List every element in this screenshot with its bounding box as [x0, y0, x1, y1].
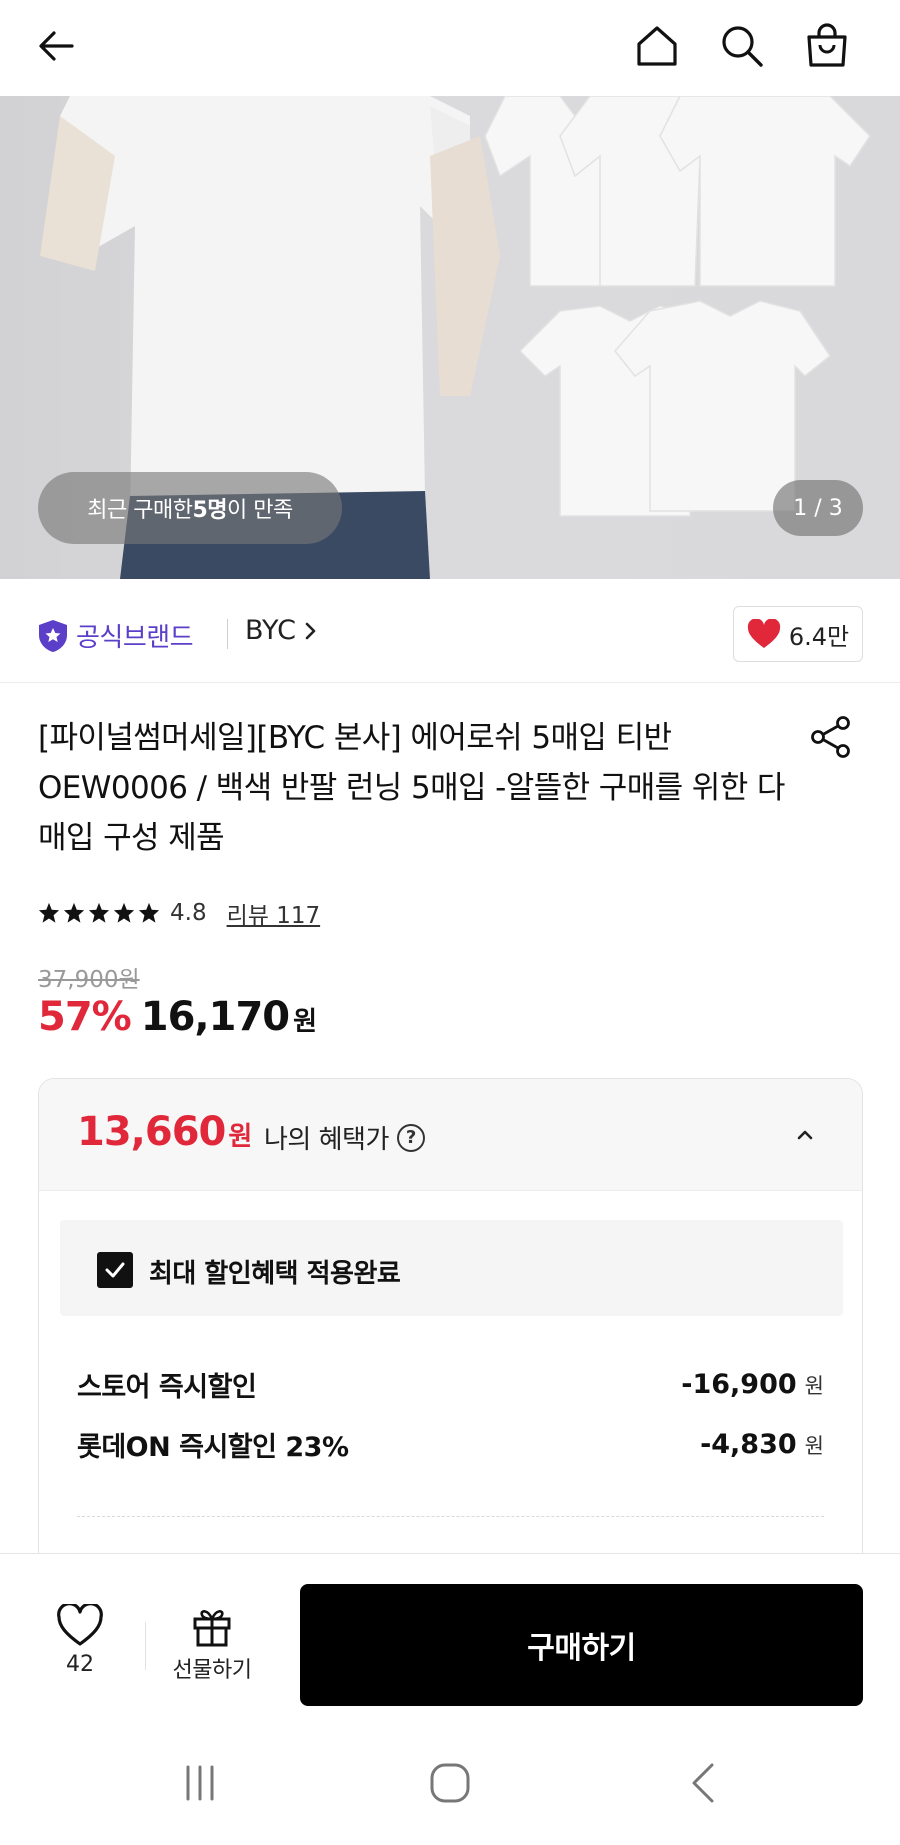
shopping-bag-icon[interactable] [795, 14, 859, 78]
benefit-price: 13,660 원 [77, 1109, 252, 1155]
top-app-bar [0, 0, 900, 96]
discount-amount-unit: 원 [804, 1373, 824, 1398]
discount-amount: -4,830 원 [700, 1429, 824, 1460]
official-brand-label: 공식브랜드 [76, 623, 194, 653]
benefit-price-card: 13,660 원 나의 혜택가 ? 최대 할인혜택 적용완료 스토어 즉시할인 -… [38, 1078, 863, 1558]
star-icon [63, 902, 85, 923]
brand-like-button[interactable]: 6.4만 [733, 606, 863, 662]
benefit-price-value: 13,660 [77, 1109, 226, 1155]
recent-apps-icon[interactable] [160, 1753, 240, 1813]
rating-value: 4.8 [170, 900, 207, 926]
discount-amount-value: -4,830 [700, 1428, 797, 1460]
discount-label: 롯데ON 즉시할인 23% [77, 1431, 349, 1463]
brand-link[interactable]: BYC [245, 615, 322, 646]
back-arrow-icon[interactable] [24, 14, 88, 78]
sale-price-currency: 원 [293, 1007, 318, 1037]
gift-icon [193, 1610, 231, 1647]
divider [77, 1516, 824, 1517]
brand-name: BYC [245, 615, 296, 646]
discount-row-store: 스토어 즉시할인 -16,900 원 [77, 1364, 824, 1404]
share-icon[interactable] [806, 712, 856, 762]
product-image-carousel[interactable]: 최근 구매한 5명 이 만족 1 / 3 [0, 96, 900, 579]
star-icon [38, 902, 60, 923]
home-icon[interactable] [625, 14, 689, 78]
rating-stars [38, 902, 160, 924]
satisfaction-count: 5명 [192, 498, 228, 523]
wishlist-button[interactable]: 42 [38, 1604, 122, 1684]
satisfaction-suffix: 이 만족 [227, 498, 293, 523]
discount-row-lotteon: 롯데ON 즉시할인 23% -4,830 원 [77, 1424, 824, 1464]
question-circle-icon[interactable]: ? [396, 1123, 425, 1152]
star-icon [113, 902, 135, 923]
max-benefit-checkbox[interactable] [97, 1252, 133, 1288]
rating-row: 4.8 리뷰 117 [38, 896, 320, 930]
benefit-price-header[interactable]: 13,660 원 나의 혜택가 ? [39, 1079, 862, 1191]
discount-amount: -16,900 원 [681, 1369, 824, 1400]
discount-rate: 57% [38, 994, 132, 1040]
product-title: [파이널썸머세일][BYC 본사] 에어로쉬 5매입 티반 OEW0006 / … [38, 720, 785, 856]
star-icon [88, 902, 110, 923]
brand-like-count: 6.4만 [788, 622, 850, 651]
brand-row: 공식브랜드 BYC 6.4만 [0, 579, 900, 683]
system-back-icon[interactable] [664, 1753, 744, 1813]
buy-button[interactable]: 구매하기 [300, 1584, 863, 1706]
max-benefit-option[interactable]: 최대 할인혜택 적용완료 [60, 1220, 843, 1316]
star-icon [138, 902, 160, 923]
satisfaction-prefix: 최근 구매한 [87, 498, 193, 523]
discount-amount-value: -16,900 [681, 1368, 797, 1400]
heart-filled-icon [747, 619, 780, 648]
shield-star-icon [39, 619, 67, 652]
divider [227, 619, 228, 649]
checkmark-icon [105, 1262, 125, 1278]
purchase-action-bar: 42 선물하기 구매하기 [0, 1553, 900, 1713]
benefit-price-currency: 원 [228, 1122, 252, 1152]
divider [145, 1622, 146, 1670]
original-price: 37,900원 [38, 967, 140, 993]
sale-price-row: 57% 16,170 원 [38, 994, 317, 1040]
benefit-price-label: 나의 혜택가 ? [264, 1119, 425, 1156]
chevron-up-icon[interactable] [785, 1115, 825, 1155]
official-brand-badge: 공식브랜드 [38, 617, 194, 654]
discount-amount-unit: 원 [804, 1433, 824, 1458]
image-page-indicator: 1 / 3 [773, 480, 863, 536]
chevron-right-icon [305, 622, 316, 639]
heart-outline-icon [57, 1604, 103, 1646]
system-navigation-bar [0, 1713, 900, 1845]
benefit-label-text: 나의 혜택가 [264, 1125, 389, 1155]
gift-button[interactable]: 선물하기 [160, 1604, 264, 1684]
satisfaction-badge: 최근 구매한 5명 이 만족 [38, 472, 342, 544]
max-benefit-label: 최대 할인혜택 적용완료 [149, 1259, 401, 1289]
gift-label: 선물하기 [172, 1658, 252, 1683]
wishlist-count: 42 [66, 1652, 94, 1677]
sale-price: 16,170 [140, 994, 290, 1040]
search-icon[interactable] [710, 14, 774, 78]
system-home-icon[interactable] [410, 1753, 490, 1813]
review-count-link[interactable]: 리뷰 117 [227, 896, 321, 930]
discount-label: 스토어 즉시할인 [77, 1371, 257, 1403]
